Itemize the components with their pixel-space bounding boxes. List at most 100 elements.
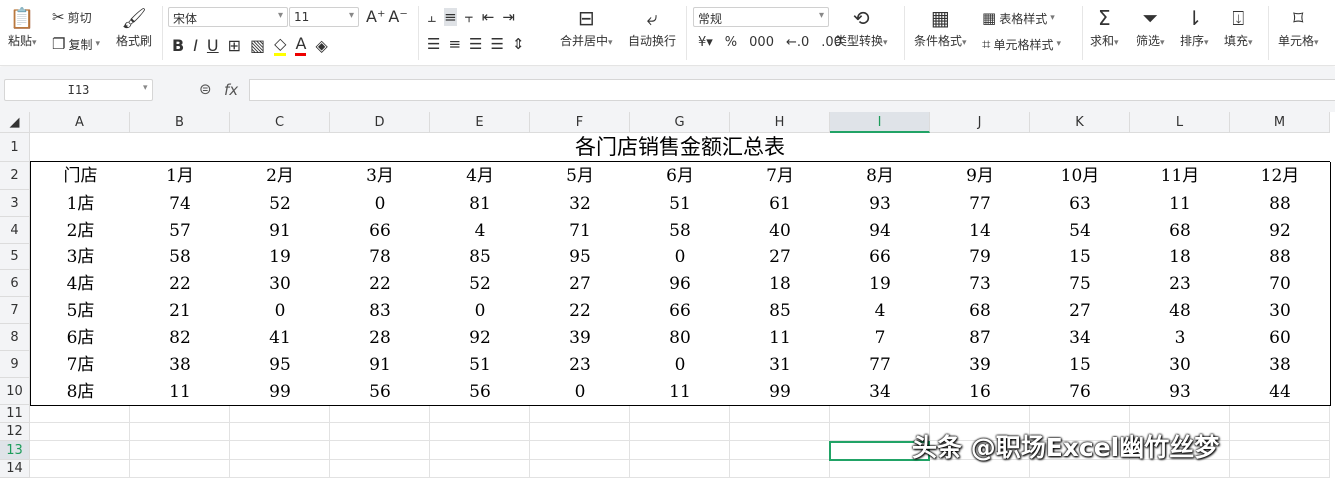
grid-cell[interactable] [730,460,830,478]
grid-cell[interactable] [30,460,130,478]
data-cell[interactable]: 54 [1030,217,1131,245]
grid-cell[interactable] [130,423,230,441]
grid-cell[interactable] [930,405,1030,423]
data-cell[interactable]: 19 [830,270,931,298]
fill-button[interactable]: ⍗ 填充▾ [1224,6,1253,49]
data-cell[interactable]: 39 [530,324,631,352]
row-header-4[interactable]: 4 [0,217,30,244]
cell-format-icon[interactable]: ▧ [250,36,265,55]
column-header-A[interactable]: A [30,112,130,133]
grid-cell[interactable] [430,423,530,441]
data-cell[interactable]: 4店 [30,270,131,298]
column-header-H[interactable]: H [730,112,830,133]
number-format-select[interactable]: 常规 [693,7,829,27]
data-cell[interactable]: 21 [130,297,231,325]
column-header-L[interactable]: L [1130,112,1230,133]
data-cell[interactable]: 63 [1030,190,1131,218]
header-cell[interactable]: 4月 [430,162,531,191]
data-cell[interactable]: 99 [730,378,831,406]
grid-cell[interactable] [330,405,430,423]
data-cell[interactable]: 4 [830,297,931,325]
header-cell[interactable]: 1月 [130,162,231,191]
font-size-select[interactable]: 11 [289,7,359,27]
align-center-icon[interactable]: ≡ [448,35,461,53]
eraser-icon[interactable]: ◈ [315,36,327,55]
align-bottom-icon[interactable]: ⫟ [465,8,474,26]
copy-button[interactable]: ❐ 复制 ▾ [52,35,100,53]
grid-cell[interactable] [530,423,630,441]
grid-cell[interactable] [630,405,730,423]
header-cell[interactable]: 门店 [30,162,131,191]
select-all-corner[interactable]: ◢ [0,112,30,133]
data-cell[interactable]: 0 [430,297,531,325]
distribute-icon[interactable]: ⇕ [512,35,525,53]
data-cell[interactable]: 15 [1030,244,1131,271]
data-cell[interactable]: 11 [1130,190,1231,218]
data-cell[interactable]: 28 [330,324,431,352]
data-cell[interactable]: 6店 [30,324,131,352]
grid-cell[interactable] [1230,441,1330,460]
grid-cell[interactable] [530,441,630,460]
data-cell[interactable]: 19 [230,244,331,271]
data-cell[interactable]: 0 [530,378,631,406]
cell-button[interactable]: ⌑ 单元格▾ [1278,6,1319,49]
cut-button[interactable]: ✂ 剪切 [52,8,92,26]
data-cell[interactable]: 92 [1230,217,1331,245]
paste-button[interactable]: 📋 粘贴▾ [8,6,37,49]
data-cell[interactable]: 48 [1130,297,1231,325]
grid-cell[interactable] [230,460,330,478]
grid-cell[interactable] [1230,405,1330,423]
header-cell[interactable]: 3月 [330,162,431,191]
merge-center-button[interactable]: ⊟ 合并居中▾ [560,6,613,49]
data-cell[interactable]: 56 [430,378,531,406]
data-cell[interactable]: 27 [730,244,831,271]
border-icon[interactable]: ⊞ [228,36,241,55]
row-header-14[interactable]: 14 [0,460,30,478]
data-cell[interactable]: 31 [730,351,831,379]
column-header-M[interactable]: M [1230,112,1330,133]
data-cell[interactable]: 18 [1130,244,1231,271]
data-cell[interactable]: 77 [830,351,931,379]
column-header-G[interactable]: G [630,112,730,133]
data-cell[interactable]: 32 [530,190,631,218]
data-cell[interactable]: 14 [930,217,1031,245]
grid-cell[interactable] [130,441,230,460]
data-cell[interactable]: 66 [830,244,931,271]
data-cell[interactable]: 30 [1130,351,1231,379]
data-cell[interactable]: 34 [830,378,931,406]
grid-cell[interactable] [30,423,130,441]
column-header-D[interactable]: D [330,112,430,133]
data-cell[interactable]: 0 [230,297,331,325]
data-cell[interactable]: 8店 [30,378,131,406]
data-cell[interactable]: 30 [1230,297,1331,325]
data-cell[interactable]: 76 [1030,378,1131,406]
grid-cell[interactable] [330,441,430,460]
header-cell[interactable]: 5月 [530,162,631,191]
grid-cell[interactable] [630,441,730,460]
header-cell[interactable]: 7月 [730,162,831,191]
data-cell[interactable]: 22 [130,270,231,298]
row-header-12[interactable]: 12 [0,423,30,441]
data-cell[interactable]: 79 [930,244,1031,271]
filter-button[interactable]: ⏷ 筛选▾ [1136,6,1165,49]
grid-cell[interactable] [630,423,730,441]
data-cell[interactable]: 88 [1230,244,1331,271]
data-cell[interactable]: 52 [430,270,531,298]
grid-cell[interactable] [1130,405,1230,423]
data-cell[interactable]: 22 [330,270,431,298]
grid-cell[interactable] [330,423,430,441]
column-header-I[interactable]: I [830,112,930,133]
data-cell[interactable]: 44 [1230,378,1331,406]
fx-label[interactable]: fx [224,81,238,99]
grid-cell[interactable] [330,460,430,478]
data-cell[interactable]: 18 [730,270,831,298]
column-header-C[interactable]: C [230,112,330,133]
row-header-11[interactable]: 11 [0,405,30,423]
row-header-13[interactable]: 13 [0,441,30,460]
grid-cell[interactable] [830,405,930,423]
data-cell[interactable]: 66 [330,217,431,245]
data-cell[interactable]: 16 [930,378,1031,406]
grid-cell[interactable] [530,460,630,478]
data-cell[interactable]: 11 [130,378,231,406]
data-cell[interactable]: 34 [1030,324,1131,352]
